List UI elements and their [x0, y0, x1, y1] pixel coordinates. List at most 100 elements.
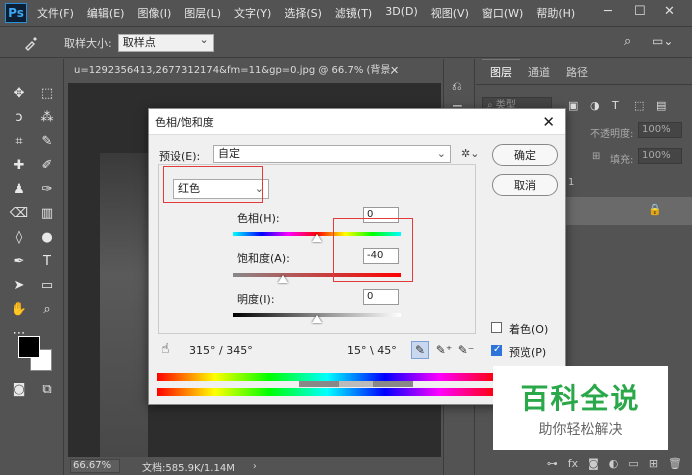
source-color-bar	[157, 373, 497, 381]
shape-tool-icon[interactable]: ▭	[36, 275, 58, 295]
menu-filter[interactable]: 滤镜(T)	[335, 5, 372, 21]
tools-panel: ✥ ⬚ ↄ ⁂ ⌗ ✎ ✚ ✐ ♟ ✑ ⌫ ▥ ◊ ● ✒ T ➤ ▭ ✋ ⌕ …	[0, 59, 64, 475]
tab-channels[interactable]: 通道	[520, 60, 558, 84]
cancel-button[interactable]: 取消	[492, 174, 558, 196]
quick-mask-icon[interactable]: ◙	[8, 379, 30, 399]
group-icon[interactable]: ▭	[628, 457, 638, 470]
on-image-adjust-hand-icon[interactable]: ☝	[161, 341, 170, 357]
menu-type[interactable]: 文字(Y)	[234, 5, 271, 21]
fill-input[interactable]: 100%	[638, 148, 682, 164]
history-panel-icon[interactable]: ⎌	[452, 79, 462, 94]
eyedropper-icon[interactable]: ✎	[411, 341, 429, 359]
lasso-tool-icon[interactable]: ↄ	[8, 107, 30, 127]
maximize-icon[interactable]: ☐	[634, 4, 646, 19]
magic-wand-icon[interactable]: ⁂	[36, 107, 58, 127]
minimize-icon[interactable]: ─	[604, 4, 612, 19]
eyedropper-tool-icon[interactable]: ✎	[36, 131, 58, 151]
close-document-icon[interactable]: ✕	[390, 64, 399, 77]
dodge-tool-icon[interactable]: ●	[36, 227, 58, 247]
range-center[interactable]	[339, 381, 373, 387]
chevron-down-icon: ⌄	[436, 147, 446, 160]
panel-tabs: 图层 通道 路径	[476, 59, 692, 85]
preview-label: 预览(P)	[509, 346, 547, 359]
hue-slider-thumb[interactable]	[312, 234, 322, 242]
menu-image[interactable]: 图像(I)	[137, 5, 171, 21]
menu-items: 文件(F) 编辑(E) 图像(I) 图层(L) 文字(Y) 选择(S) 滤镜(T…	[37, 5, 588, 21]
lock-transparent-icon[interactable]: ⊞	[592, 151, 600, 162]
trash-icon[interactable]: 🗑	[668, 457, 682, 470]
saturation-label: 饱和度(A):	[237, 252, 290, 265]
eyedropper-minus-icon[interactable]: ✎⁻	[457, 341, 475, 359]
eraser-tool-icon[interactable]: ⌫	[8, 203, 30, 223]
sample-size-select[interactable]: 取样点	[117, 32, 214, 52]
menu-layer[interactable]: 图层(L)	[184, 5, 221, 21]
healing-brush-icon[interactable]: ✚	[8, 155, 30, 175]
adjustment-layer-icon[interactable]: ◐	[609, 457, 619, 470]
eyedropper-plus-icon[interactable]: ✎⁺	[435, 341, 453, 359]
lightness-input[interactable]: 0	[363, 289, 399, 305]
preview-checkbox[interactable]	[491, 344, 502, 356]
gradient-tool-icon[interactable]: ▥	[36, 203, 58, 223]
document-tab[interactable]: u=1292356413,2677312174&fm=11&gp=0.jpg @…	[68, 60, 408, 82]
mask-icon[interactable]: ◙	[588, 457, 599, 470]
saturation-slider-thumb[interactable]	[278, 275, 289, 283]
marquee-tool-icon[interactable]: ⬚	[36, 83, 58, 103]
eyedropper-tool-preset-icon[interactable]	[18, 33, 44, 53]
layers-footer: ⊶ fx ◙ ◐ ▭ ⊞ 🗑	[476, 451, 692, 475]
opacity-input[interactable]: 100%	[638, 122, 682, 138]
crop-tool-icon[interactable]: ⌗	[8, 131, 30, 151]
preset-options-gear-icon[interactable]: ✲⌄	[461, 147, 479, 160]
pen-tool-icon[interactable]: ✒	[8, 251, 30, 271]
range-right-text: 15° \ 45°	[347, 344, 397, 357]
history-brush-icon[interactable]: ✑	[36, 179, 58, 199]
filter-shape-icon[interactable]: ⬚	[634, 99, 644, 112]
menu-3d[interactable]: 3D(D)	[385, 5, 418, 21]
document-tab-title: u=1292356413,2677312174&fm=11&gp=0.jpg @…	[74, 65, 394, 76]
search-icon[interactable]: ⌕	[624, 34, 631, 49]
range-selector[interactable]	[299, 381, 413, 387]
filter-adjust-icon[interactable]: ◑	[590, 99, 600, 112]
menu-select[interactable]: 选择(S)	[284, 5, 322, 21]
tab-layers[interactable]: 图层	[482, 59, 520, 84]
foreground-color-swatch-front	[18, 336, 40, 358]
preset-label: 预设(E):	[159, 150, 201, 163]
status-menu-arrow-icon[interactable]: ›	[253, 461, 257, 472]
new-layer-icon[interactable]: ⊞	[649, 457, 658, 470]
dialog-close-icon[interactable]: ✕	[542, 113, 555, 131]
hand-tool-icon[interactable]: ✋	[8, 299, 30, 319]
zoom-tool-icon[interactable]: ⌕	[36, 299, 58, 319]
result-color-bar	[157, 388, 497, 396]
workspace-icon[interactable]: ▭⌄	[652, 34, 673, 48]
tab-paths[interactable]: 路径	[558, 60, 596, 84]
filter-smart-icon[interactable]: ▤	[656, 99, 666, 112]
filter-type-icon[interactable]: T	[612, 99, 619, 112]
blur-tool-icon[interactable]: ◊	[8, 227, 30, 247]
path-select-icon[interactable]: ➤	[8, 275, 30, 295]
screen-mode-icon[interactable]: ⧉	[36, 379, 58, 399]
menu-file[interactable]: 文件(F)	[37, 5, 74, 21]
stamp-tool-icon[interactable]: ♟	[8, 179, 30, 199]
preset-select[interactable]: 自定 ⌄	[213, 145, 451, 163]
lightness-slider-thumb[interactable]	[312, 315, 322, 323]
move-tool-icon[interactable]: ✥	[8, 83, 30, 103]
close-window-icon[interactable]: ✕	[664, 4, 675, 19]
type-tool-icon[interactable]: T	[36, 251, 58, 271]
ok-button[interactable]: 确定	[492, 144, 558, 166]
menu-window[interactable]: 窗口(W)	[482, 5, 523, 21]
dialog-title: 色相/饱和度	[155, 115, 214, 129]
menu-view[interactable]: 视图(V)	[431, 5, 469, 21]
link-layers-icon[interactable]: ⊶	[547, 457, 558, 470]
zoom-field[interactable]: 66.67%	[70, 459, 120, 473]
brush-tool-icon[interactable]: ✐	[36, 155, 58, 175]
status-bar: 66.67% 文档:585.9K/1.14M ›	[68, 457, 441, 475]
menu-help[interactable]: 帮助(H)	[536, 5, 575, 21]
fill-label: 填充:	[610, 155, 634, 166]
document-image	[100, 153, 148, 457]
lock-icon: 🔒	[648, 203, 662, 216]
filter-pixel-icon[interactable]: ▣	[568, 99, 578, 112]
fx-icon[interactable]: fx	[568, 457, 578, 470]
menu-edit[interactable]: 编辑(E)	[87, 5, 125, 21]
menubar: Ps 文件(F) 编辑(E) 图像(I) 图层(L) 文字(Y) 选择(S) 滤…	[0, 0, 692, 27]
colorize-checkbox[interactable]	[491, 322, 502, 333]
colorize-label: 着色(O)	[509, 323, 549, 336]
